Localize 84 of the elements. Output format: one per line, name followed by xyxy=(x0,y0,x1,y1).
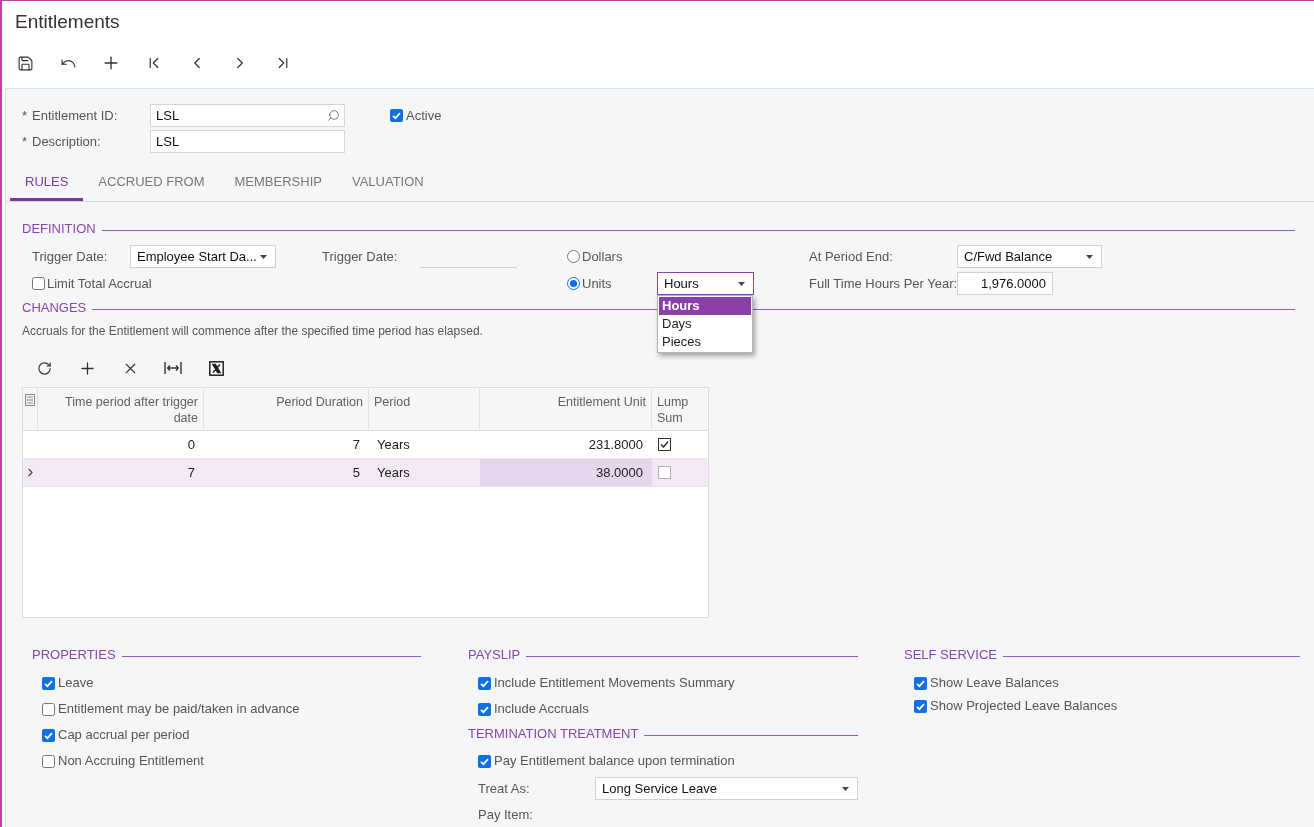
refresh-icon[interactable] xyxy=(36,360,52,376)
checkbox-label: Non Accruing Entitlement xyxy=(58,752,204,771)
checkbox-label: Pay Entitlement balance upon termination xyxy=(494,752,735,771)
table-cell-text: 7 xyxy=(186,463,196,482)
tab[interactable]: MEMBERSHIP xyxy=(219,166,337,201)
input-field[interactable]: LSL xyxy=(150,104,345,127)
search-icon[interactable] xyxy=(327,109,340,122)
column-header[interactable]: Period xyxy=(369,388,480,430)
x-box-icon[interactable] xyxy=(208,360,224,376)
table-row[interactable]: 7 5 Years 38.0000 xyxy=(23,459,708,487)
dropdown[interactable]: Employee Start Da... xyxy=(130,245,276,268)
checkbox-label: Show Leave Balances xyxy=(930,674,1059,693)
section-title: TERMINATION TREATMENT xyxy=(468,726,639,742)
table-cell-text: 231.8000 xyxy=(587,435,644,454)
checkbox[interactable] xyxy=(914,676,927,690)
table-cell-text: Years xyxy=(376,435,411,454)
table-cell-text: Years xyxy=(376,463,411,482)
tab[interactable]: RULES xyxy=(10,166,84,201)
table-cell: 38.0000 xyxy=(480,459,652,486)
radio-button[interactable] xyxy=(567,250,580,263)
arrow-between-bars-icon[interactable] xyxy=(164,361,182,375)
checkbox[interactable] xyxy=(658,466,671,479)
checkbox[interactable] xyxy=(390,109,403,122)
checkbox-label: Entitlement may be paid/taken in advance xyxy=(58,700,300,719)
page-title: Entitlements xyxy=(15,10,120,34)
table-cell-text: 7 xyxy=(351,435,361,454)
checkbox-label: Show Projected Leave Balances xyxy=(930,697,1118,716)
radio-label: Units xyxy=(582,274,612,293)
field-label: Pay Item: xyxy=(478,806,533,825)
section-title: PAYSLIP xyxy=(468,647,521,663)
column-header[interactable]: Entitlement Unit xyxy=(480,388,652,430)
checkbox-label: Include Entitlement Movements Summary xyxy=(494,674,735,693)
caret-down-icon xyxy=(260,254,267,259)
checkbox[interactable] xyxy=(478,676,491,690)
checkbox-label: Include Accruals xyxy=(494,700,589,719)
field-label: At Period End: xyxy=(809,247,894,266)
checkbox[interactable] xyxy=(42,702,55,716)
table-cell-text: 0 xyxy=(186,435,196,454)
field-label: Entitlement ID: xyxy=(32,106,118,125)
caret-down-icon xyxy=(1086,254,1093,259)
caret-down-icon xyxy=(738,281,745,286)
checkbox-label: Limit Total Accrual xyxy=(47,274,152,293)
note-text: Accruals for the Entitlement will commence after the specified time period has elapsed. xyxy=(22,324,483,339)
list-icon[interactable] xyxy=(25,394,35,406)
input-field[interactable]: 1,976.0000 xyxy=(957,272,1053,295)
radio-button[interactable] xyxy=(567,277,580,290)
dropdown-option[interactable]: Hours xyxy=(659,297,751,315)
required-mark: * xyxy=(22,106,29,125)
dropdown-option[interactable]: Pieces xyxy=(659,333,751,351)
checkbox[interactable] xyxy=(914,699,927,713)
checkbox[interactable] xyxy=(32,277,45,290)
dropdown[interactable]: Hours xyxy=(657,272,754,295)
checkbox[interactable] xyxy=(478,754,491,768)
checkbox[interactable] xyxy=(478,702,491,716)
field-label: Trigger Date: xyxy=(322,247,399,266)
dropdown[interactable]: C/Fwd Balance xyxy=(957,245,1102,268)
tab[interactable]: ACCRUED FROM xyxy=(83,166,220,201)
save-icon[interactable] xyxy=(16,54,34,72)
field-label: Full Time Hours Per Year: xyxy=(809,274,957,293)
section-title: SELF SERVICE xyxy=(904,647,997,663)
checkbox-label: Leave xyxy=(58,674,94,693)
checkbox-label: Cap accrual per period xyxy=(58,726,190,745)
dropdown[interactable]: Long Service Leave xyxy=(595,777,858,800)
checkbox[interactable] xyxy=(658,438,671,451)
table-cell-text: 5 xyxy=(351,463,361,482)
field-label: Description: xyxy=(32,132,101,151)
checkbox[interactable] xyxy=(42,754,55,768)
checkbox[interactable] xyxy=(42,676,55,690)
field-label: Treat As: xyxy=(478,779,531,798)
section-title: DEFINITION xyxy=(22,221,96,237)
column-header[interactable]: Time period after trigger date xyxy=(38,388,204,430)
section-title: PROPERTIES xyxy=(32,647,116,663)
checkbox[interactable] xyxy=(42,728,55,742)
tab[interactable]: VALUATION xyxy=(336,166,439,201)
column-header[interactable]: Period Duration xyxy=(204,388,369,430)
field-label: Trigger Date: xyxy=(32,247,109,266)
checkbox-label: Active xyxy=(406,106,442,125)
column-header[interactable]: Lump Sum xyxy=(652,388,708,430)
section-title: CHANGES xyxy=(22,300,87,316)
required-mark: * xyxy=(22,132,29,151)
radio-label: Dollars xyxy=(582,247,623,266)
dropdown-option[interactable]: Days xyxy=(659,315,751,333)
caret-down-icon xyxy=(842,786,849,791)
input-field[interactable]: LSL xyxy=(150,130,345,153)
